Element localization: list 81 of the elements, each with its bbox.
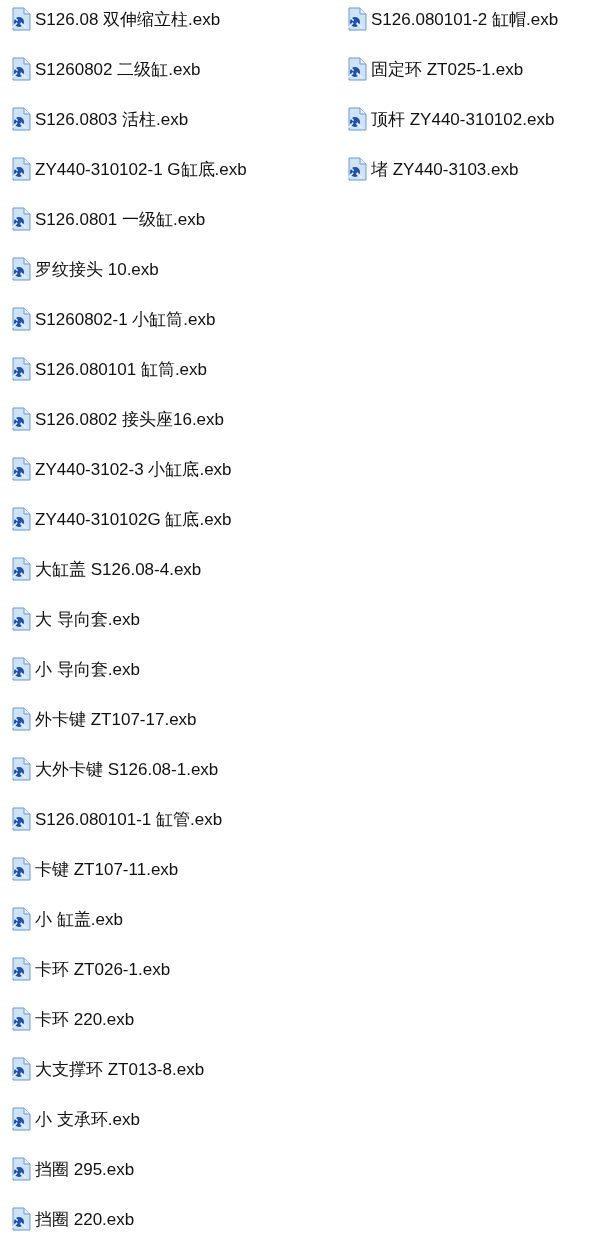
file-name: 卡环 ZT026-1.exb — [35, 958, 171, 981]
document-icon — [10, 207, 32, 231]
file-name: 顶杆 ZY440-310102.exb — [371, 108, 555, 131]
file-item[interactable]: S126.080101-2 缸帽.exb — [346, 7, 559, 31]
file-name: 堵 ZY440-3103.exb — [371, 158, 519, 181]
file-name: S1260802 二级缸.exb — [35, 58, 201, 81]
file-item[interactable]: S126.0802 接头座16.exb — [10, 407, 224, 431]
file-name: 大支撑环 ZT013-8.exb — [35, 1058, 205, 1081]
file-item[interactable]: 大支撑环 ZT013-8.exb — [10, 1057, 205, 1081]
file-item[interactable]: 卡环 ZT026-1.exb — [10, 957, 171, 981]
document-icon — [10, 57, 32, 81]
document-icon — [10, 407, 32, 431]
file-name: 小 缸盖.exb — [35, 908, 123, 931]
file-name: S126.080101-1 缸管.exb — [35, 808, 223, 831]
file-item[interactable]: 挡圈 295.exb — [10, 1157, 135, 1181]
document-icon — [346, 157, 368, 181]
document-icon — [10, 257, 32, 281]
document-icon — [10, 1107, 32, 1131]
file-item[interactable]: S126.080101 缸筒.exb — [10, 357, 207, 381]
document-icon — [10, 7, 32, 31]
document-icon — [346, 7, 368, 31]
file-name: 挡圈 220.exb — [35, 1208, 135, 1231]
file-name: 外卡键 ZT107-17.exb — [35, 708, 197, 731]
file-item[interactable]: S126.080101-1 缸管.exb — [10, 807, 223, 831]
document-icon — [10, 307, 32, 331]
document-icon — [10, 107, 32, 131]
file-name: 大缸盖 S126.08-4.exb — [35, 558, 202, 581]
document-icon — [10, 1057, 32, 1081]
file-item[interactable]: 卡键 ZT107-11.exb — [10, 857, 179, 881]
file-item[interactable]: S126.0803 活柱.exb — [10, 107, 189, 131]
file-name: S126.0801 一级缸.exb — [35, 208, 206, 231]
file-item[interactable]: 堵 ZY440-3103.exb — [346, 157, 519, 181]
document-icon — [10, 157, 32, 181]
file-name: 大 导向套.exb — [35, 608, 140, 631]
file-item[interactable]: S126.08 双伸缩立柱.exb — [10, 7, 221, 31]
file-name: 固定环 ZT025-1.exb — [371, 58, 524, 81]
document-icon — [10, 757, 32, 781]
document-icon — [10, 857, 32, 881]
document-icon — [10, 507, 32, 531]
file-name: 卡键 ZT107-11.exb — [35, 858, 179, 881]
file-name: 大外卡键 S126.08-1.exb — [35, 758, 219, 781]
file-item[interactable]: 小 导向套.exb — [10, 657, 140, 681]
file-name: 小 支承环.exb — [35, 1108, 140, 1131]
document-icon — [10, 357, 32, 381]
document-icon — [10, 707, 32, 731]
file-item[interactable]: 顶杆 ZY440-310102.exb — [346, 107, 555, 131]
file-item[interactable]: 外卡键 ZT107-17.exb — [10, 707, 197, 731]
document-icon — [10, 807, 32, 831]
file-item[interactable]: 挡圈 220.exb — [10, 1207, 135, 1231]
file-item[interactable]: 小 缸盖.exb — [10, 907, 123, 931]
document-icon — [10, 657, 32, 681]
file-name: 挡圈 295.exb — [35, 1158, 135, 1181]
document-icon — [10, 1007, 32, 1031]
file-item[interactable]: 卡环 220.exb — [10, 1007, 135, 1031]
file-name: 卡环 220.exb — [35, 1008, 135, 1031]
file-name: S126.08 双伸缩立柱.exb — [35, 8, 221, 31]
document-icon — [10, 457, 32, 481]
document-icon — [346, 57, 368, 81]
file-item[interactable]: 罗纹接头 10.exb — [10, 257, 159, 281]
file-item[interactable]: 大 导向套.exb — [10, 607, 140, 631]
file-name: S1260802-1 小缸筒.exb — [35, 308, 216, 331]
file-item[interactable]: S126.0801 一级缸.exb — [10, 207, 206, 231]
file-name: 小 导向套.exb — [35, 658, 140, 681]
file-name: S126.0802 接头座16.exb — [35, 408, 224, 431]
file-item[interactable]: 大缸盖 S126.08-4.exb — [10, 557, 202, 581]
document-icon — [10, 607, 32, 631]
document-icon — [10, 1207, 32, 1231]
file-name: S126.080101-2 缸帽.exb — [371, 8, 559, 31]
file-name: 罗纹接头 10.exb — [35, 258, 159, 281]
file-name: S126.080101 缸筒.exb — [35, 358, 207, 381]
file-item[interactable]: S1260802 二级缸.exb — [10, 57, 201, 81]
document-icon — [10, 557, 32, 581]
document-icon — [346, 107, 368, 131]
document-icon — [10, 957, 32, 981]
file-name: S126.0803 活柱.exb — [35, 108, 189, 131]
file-item[interactable]: 小 支承环.exb — [10, 1107, 140, 1131]
document-icon — [10, 907, 32, 931]
document-icon — [10, 1157, 32, 1181]
file-item[interactable]: 大外卡键 S126.08-1.exb — [10, 757, 219, 781]
file-item[interactable]: S1260802-1 小缸筒.exb — [10, 307, 216, 331]
file-item[interactable]: 固定环 ZT025-1.exb — [346, 57, 524, 81]
